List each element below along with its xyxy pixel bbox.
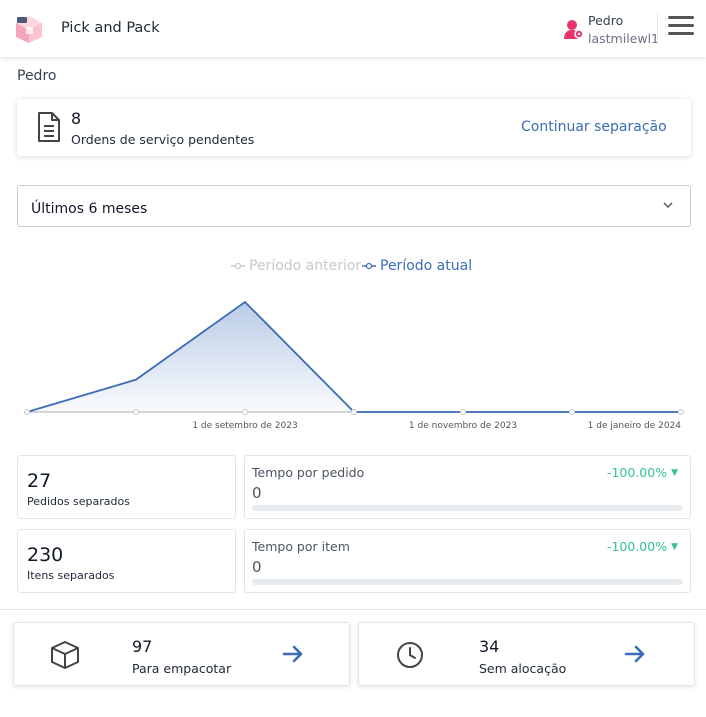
x-axis-tick-label: 1 de setembro de 2023 (192, 421, 297, 431)
legend-marker-icon (231, 262, 245, 270)
app-logo-icon[interactable] (14, 14, 44, 44)
period-area-chart: 1 de setembro de 2023 1 de novembro de 20… (24, 300, 684, 431)
data-point-previous (460, 409, 466, 415)
period-select-value: Últimos 6 meses (31, 201, 148, 217)
data-point-previous (569, 409, 575, 415)
time-per-order-value: 0 (252, 484, 262, 502)
data-point-previous (242, 409, 248, 415)
items-picked-count: 230 (27, 544, 64, 566)
data-point-previous (24, 409, 30, 415)
time-per-item-title: Tempo por item (252, 539, 350, 554)
user-name: Pedro (588, 13, 624, 28)
arrow-right-icon[interactable] (282, 644, 304, 664)
chevron-down-icon (663, 202, 673, 209)
data-point-previous (678, 409, 684, 415)
unallocated-label: Sem alocação (479, 661, 567, 676)
delta-value: -100.00% (606, 539, 668, 554)
orders-picked-count: 27 (27, 470, 52, 492)
current-period-area (27, 302, 681, 412)
time-per-item-card: Tempo por item -100.00% ▼ 0 (244, 529, 691, 593)
user-location-icon (564, 20, 584, 39)
hamburger-menu-icon[interactable] (668, 16, 696, 40)
box-icon (51, 641, 79, 669)
header-divider (657, 14, 658, 44)
chart-legend: Período anterior Período atual (0, 258, 706, 276)
caret-down-icon: ▼ (671, 542, 678, 552)
orders-picked-card: 27 Pedidos separados (17, 455, 236, 519)
legend-label: Período atual (380, 258, 473, 274)
continue-picking-link[interactable]: Continuar separação (521, 119, 667, 135)
time-per-item-value: 0 (252, 558, 262, 576)
time-per-order-title: Tempo por pedido (252, 465, 365, 480)
clock-icon (397, 642, 423, 668)
items-picked-card: 230 Itens separados (17, 529, 236, 593)
document-icon (38, 112, 60, 142)
to-pack-card[interactable]: 97 Para empacotar (13, 622, 350, 686)
orders-picked-label: Pedidos separados (27, 495, 130, 508)
to-pack-label: Para empacotar (132, 661, 232, 676)
unallocated-count: 34 (479, 637, 500, 656)
time-per-order-card: Tempo por pedido -100.00% ▼ 0 (244, 455, 691, 519)
top-bar: Pick and Pack Pedro lastmilewl1 (0, 0, 706, 57)
legend-label: Período anterior (249, 258, 362, 274)
time-per-item-delta: -100.00% ▼ (607, 539, 678, 554)
app-title: Pick and Pack (61, 20, 160, 36)
section-divider (0, 609, 706, 610)
caret-down-icon: ▼ (671, 468, 678, 478)
period-select[interactable]: Últimos 6 meses (17, 185, 691, 227)
legend-previous-period[interactable]: Período anterior (231, 258, 361, 274)
time-per-order-delta: -100.00% ▼ (607, 465, 678, 480)
data-point-previous (133, 409, 139, 415)
legend-marker-icon (362, 262, 376, 270)
pending-orders-card: 8 Ordens de serviço pendentes Continuar … (17, 99, 691, 156)
to-pack-count: 97 (132, 637, 153, 656)
time-per-item-bar (252, 579, 683, 585)
delta-value: -100.00% (606, 465, 668, 480)
pending-label: Ordens de serviço pendentes (71, 132, 255, 147)
items-picked-label: Itens separados (27, 569, 115, 582)
greeting: Pedro (17, 68, 57, 84)
pending-count: 8 (71, 109, 82, 128)
data-point-previous (351, 409, 357, 415)
x-axis-tick-label: 1 de novembro de 2023 (409, 421, 517, 431)
time-per-order-bar (252, 505, 683, 511)
user-login: lastmilewl1 (588, 31, 660, 46)
legend-current-period[interactable]: Período atual (362, 258, 472, 274)
arrow-right-icon[interactable] (624, 644, 646, 664)
x-axis-tick-label: 1 de janeiro de 2024 (588, 421, 682, 431)
unallocated-card[interactable]: 34 Sem alocação (358, 622, 695, 686)
